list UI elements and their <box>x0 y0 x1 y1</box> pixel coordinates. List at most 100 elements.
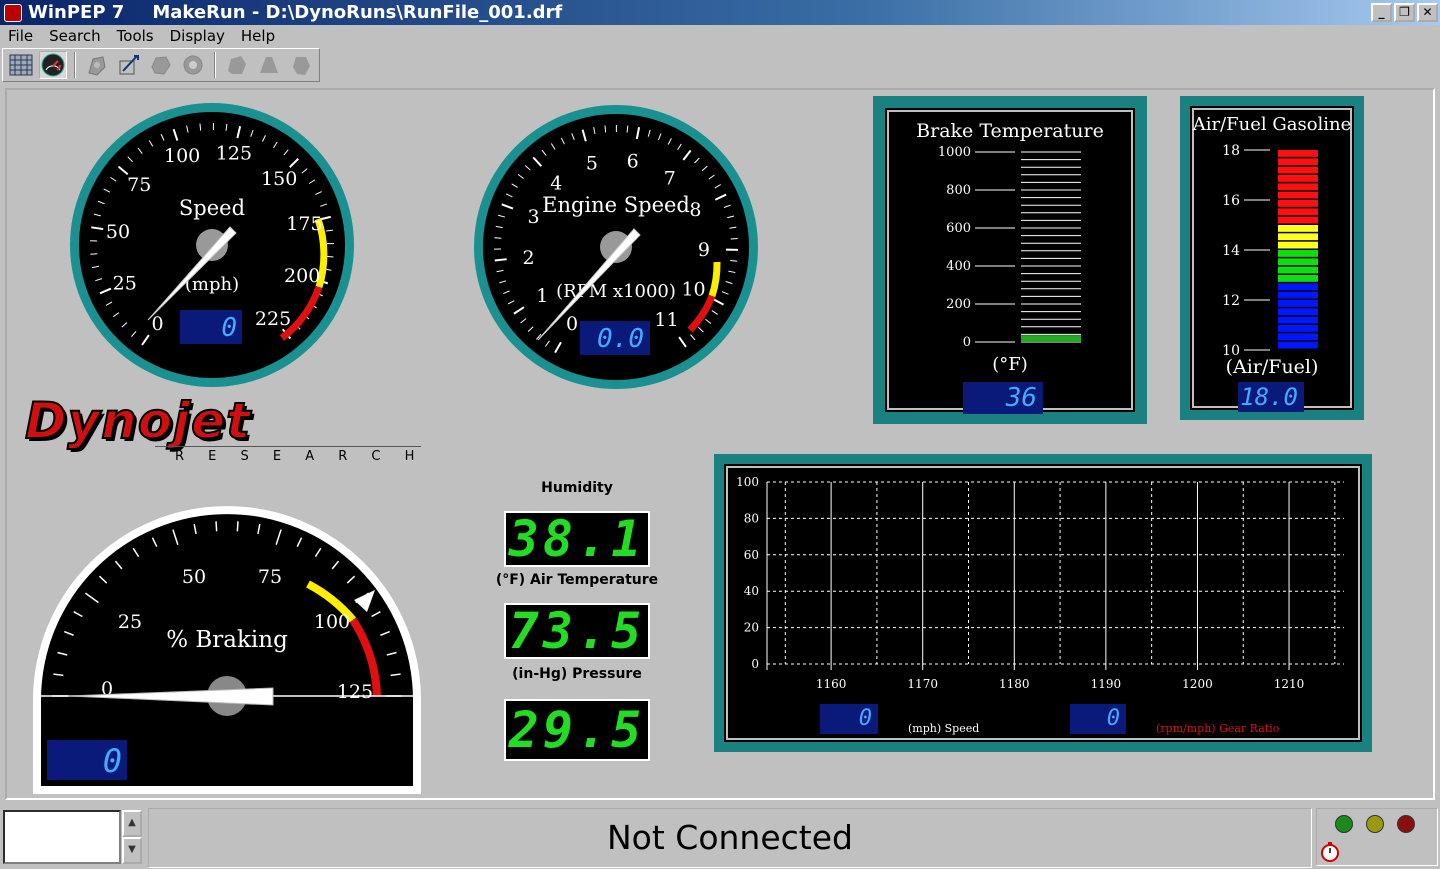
run-chart: 100 80 60 40 20 0 1160 1170 1180 1190 1200 1210 <box>736 475 1344 691</box>
air-temp-display: 73.5 <box>504 603 650 659</box>
restore-button[interactable]: ❐ <box>1394 3 1415 22</box>
stopwatch-icon[interactable] <box>1319 841 1341 863</box>
menu-file[interactable]: File <box>0 27 41 45</box>
run-number-spinner[interactable]: ▲ ▼ <box>122 810 142 864</box>
dynojet-logo: Dynojet R E S E A R C H <box>24 395 425 466</box>
air-fuel-segment <box>1278 208 1318 216</box>
status-lights <box>1316 808 1438 866</box>
dyno-icon[interactable] <box>147 51 175 79</box>
air-fuel-segment <box>1278 150 1318 157</box>
brake-temp-title: Brake Temperature <box>916 120 1104 142</box>
run-icon[interactable] <box>223 51 251 79</box>
brake-temp-scale: 1000 800 600 400 200 0 <box>938 145 1081 350</box>
air-fuel-tick-label: 18 <box>1222 143 1240 159</box>
window-title: MakeRun - D:\DynoRuns\RunFile_001.drf <box>152 2 563 23</box>
gauge-view-icon[interactable] <box>39 51 67 79</box>
rpm-tick <box>494 258 507 262</box>
speed-tick-label: 25 <box>113 273 137 295</box>
record-icon[interactable] <box>287 51 315 79</box>
humidity-display: 38.1 <box>504 511 650 567</box>
air-fuel-segment <box>1278 233 1318 241</box>
air-fuel-segment <box>1278 200 1318 207</box>
air-fuel-tick-label: 12 <box>1222 293 1240 309</box>
air-fuel-segment <box>1278 291 1318 299</box>
speed-tick-label: 175 <box>286 213 322 235</box>
braking-tick-label: 25 <box>118 611 142 633</box>
braking-readout: 0 <box>103 742 122 780</box>
air-fuel-segment <box>1278 258 1318 266</box>
rpm-tick-label: 5 <box>586 152 598 174</box>
chart-y-tick-label: 60 <box>744 548 759 562</box>
speed-tick-label: 50 <box>106 221 130 243</box>
pressure-label: (in-Hg) Pressure <box>512 666 642 682</box>
stop-icon[interactable] <box>255 51 283 79</box>
menu-tools[interactable]: Tools <box>109 27 162 45</box>
engine-icon[interactable] <box>83 51 111 79</box>
rpm-tick-label: 1 <box>536 285 548 307</box>
rpm-tick-label: 10 <box>681 279 705 301</box>
speed-tick-label: 125 <box>216 143 252 165</box>
app-icon[interactable] <box>4 3 22 22</box>
run-chart-panel: 100 80 60 40 20 0 1160 1170 1180 1190 1200 1210 0 (… <box>714 454 1372 752</box>
menu-help[interactable]: Help <box>233 27 283 45</box>
logo-sub: R E S E A R C H <box>175 449 425 464</box>
calibrate-icon[interactable] <box>115 51 143 79</box>
engine-gauge-title: Engine Speed <box>542 193 690 217</box>
app-name: WinPEP 7 <box>28 2 125 23</box>
spin-up-icon[interactable]: ▲ <box>122 810 142 837</box>
brake-temp-tick-label: 1000 <box>938 145 971 160</box>
grid-view-icon[interactable] <box>7 51 35 79</box>
chart-x-tick-label: 1180 <box>999 677 1030 691</box>
engine-readout: 0.0 <box>597 324 644 354</box>
rpm-tick-label: 4 <box>550 172 562 194</box>
air-fuel-segment <box>1278 241 1318 249</box>
chart-y-tick-label: 100 <box>736 475 759 489</box>
chart-x-tick-label: 1170 <box>907 677 938 691</box>
air-fuel-readout: 18.0 <box>1238 382 1304 412</box>
speed-tick-label: 150 <box>261 168 297 190</box>
air-fuel-segment <box>1278 300 1318 307</box>
menu-display[interactable]: Display <box>162 27 233 45</box>
run-number-field[interactable] <box>3 810 121 864</box>
air-fuel-segment <box>1278 250 1318 257</box>
title-bar: WinPEP 7 MakeRun - D:\DynoRuns\RunFile_0… <box>0 0 1440 25</box>
rpm-tick <box>604 125 607 133</box>
speed-gauge: Speed (mph) 0 25 50 75 100 125 150 175 200 225 0 <box>70 103 354 387</box>
menu-search[interactable]: Search <box>41 27 109 45</box>
speed-tick-label: 0 <box>151 313 163 335</box>
speed-tick-label: 225 <box>255 308 291 330</box>
speed-tick-label: 75 <box>127 174 151 196</box>
chart-y-tick-label: 0 <box>751 657 759 671</box>
braking-tick-label: 75 <box>258 566 282 588</box>
rpm-tick <box>626 125 629 133</box>
air-fuel-tick-label: 16 <box>1222 193 1240 209</box>
rpm-tick-label: 7 <box>664 167 676 189</box>
speed-tick-label: 200 <box>284 265 320 287</box>
chart-x-tick-label: 1190 <box>1091 677 1122 691</box>
rpm-tick-label: 9 <box>698 239 710 261</box>
gauge-panel: Speed (mph) 0 25 50 75 100 125 150 175 200 225 0 … <box>5 88 1435 800</box>
toolbar-separator <box>74 52 76 78</box>
close-button[interactable]: ✕ <box>1417 3 1438 22</box>
brake-temp-tick-label: 800 <box>946 183 971 198</box>
chart-y-tick-label: 40 <box>744 584 759 598</box>
chart-y-tick-label: 20 <box>744 621 759 635</box>
spin-down-icon[interactable]: ▼ <box>122 837 142 864</box>
engine-speed-gauge: Engine Speed (RPM x1000) 012345 67891011 … <box>474 105 758 389</box>
air-fuel-segment <box>1278 216 1318 224</box>
air-fuel-segment <box>1278 333 1318 341</box>
rpm-tick-label: 6 <box>627 151 639 173</box>
status-bar: ▲ ▼ Not Connected <box>0 804 1440 869</box>
brake-temp-tick-label: 200 <box>946 297 971 312</box>
chart-x-tick-label: 1210 <box>1274 677 1305 691</box>
humidity-label: Humidity <box>541 480 613 496</box>
toolbar-separator <box>214 52 216 78</box>
rpm-tick <box>494 237 502 239</box>
minimize-button[interactable]: _ <box>1371 3 1392 22</box>
rpm-tick-label: 8 <box>689 199 701 221</box>
speed-tick-label: 100 <box>164 145 200 167</box>
brake-temp-unit: (°F) <box>992 354 1028 375</box>
air-fuel-panel: Air/Fuel Gasoline 18 16 14 12 10 (Air/Fuel) … <box>1180 96 1364 420</box>
gear-icon[interactable] <box>179 51 207 79</box>
brake-temp-bar <box>1021 335 1081 342</box>
